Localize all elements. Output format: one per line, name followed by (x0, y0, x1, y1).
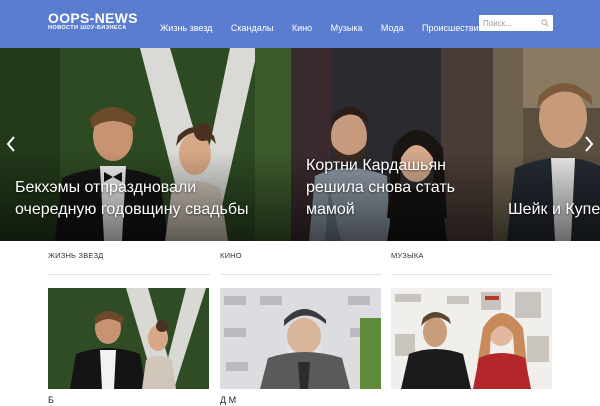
slide-gradient (493, 151, 600, 241)
slide-title[interactable]: Кортни Кардашьян решила снова стать мамо… (306, 155, 481, 221)
slide-kardashian[interactable]: Кортни Кардашьян решила снова стать мамо… (291, 48, 493, 241)
category-divider (220, 274, 382, 275)
nav-item-cinema[interactable]: Кино (292, 22, 312, 34)
article-title[interactable]: Б (48, 394, 209, 406)
category-title[interactable]: МУЗЫКА (391, 250, 553, 262)
logo-title: OOPS-NEWS (48, 10, 138, 26)
article-photo (48, 288, 209, 389)
category-cinema: КИНО Д М (220, 250, 382, 405)
article-photo (391, 288, 552, 389)
slide-title[interactable]: Бекхэмы отпраздновали очередную годовщин… (15, 177, 280, 221)
main-nav: Жизнь звезд Скандалы Кино Музыка Мода Пр… (160, 18, 498, 34)
search-icon[interactable] (541, 19, 549, 27)
category-music: МУЗЫКА (391, 250, 553, 389)
article-thumbnail[interactable] (391, 288, 552, 389)
logo-tagline: НОВОСТИ ШОУ-БИЗНЕСА (48, 25, 127, 31)
slide-beckhams[interactable]: Бекхэмы отпраздновали очередную годовщин… (0, 48, 291, 241)
slide-title[interactable]: Шейк и Купер ребенка (508, 199, 600, 221)
chevron-right-icon[interactable] (582, 134, 596, 154)
article-thumbnail[interactable] (220, 288, 381, 389)
category-divider (48, 274, 210, 275)
search-input[interactable] (479, 15, 539, 31)
site-header: OOPS-NEWS НОВОСТИ ШОУ-БИЗНЕСА Жизнь звез… (0, 0, 600, 48)
nav-item-music[interactable]: Музыка (331, 22, 363, 34)
category-title[interactable]: ЖИЗНЬ ЗВЕЗД (48, 250, 210, 262)
article-thumbnail[interactable] (48, 288, 209, 389)
article-title[interactable]: Д М (220, 394, 381, 406)
category-divider (391, 274, 553, 275)
nav-item-celebrity-life[interactable]: Жизнь звезд (160, 22, 212, 34)
article-photo (220, 288, 381, 389)
chevron-left-icon[interactable] (4, 134, 18, 154)
nav-item-fashion[interactable]: Мода (381, 22, 404, 34)
category-title[interactable]: КИНО (220, 250, 382, 262)
search-box (479, 15, 553, 31)
nav-item-scandals[interactable]: Скандалы (231, 22, 274, 34)
category-celebrity-life: ЖИЗНЬ ЗВЕЗД Б (48, 250, 210, 405)
nav-item-incidents[interactable]: Происшествия (422, 22, 484, 34)
featured-slider: Бекхэмы отпраздновали очередную годовщин… (0, 48, 600, 241)
site-logo[interactable]: OOPS-NEWS НОВОСТИ ШОУ-БИЗНЕСА (48, 10, 142, 34)
